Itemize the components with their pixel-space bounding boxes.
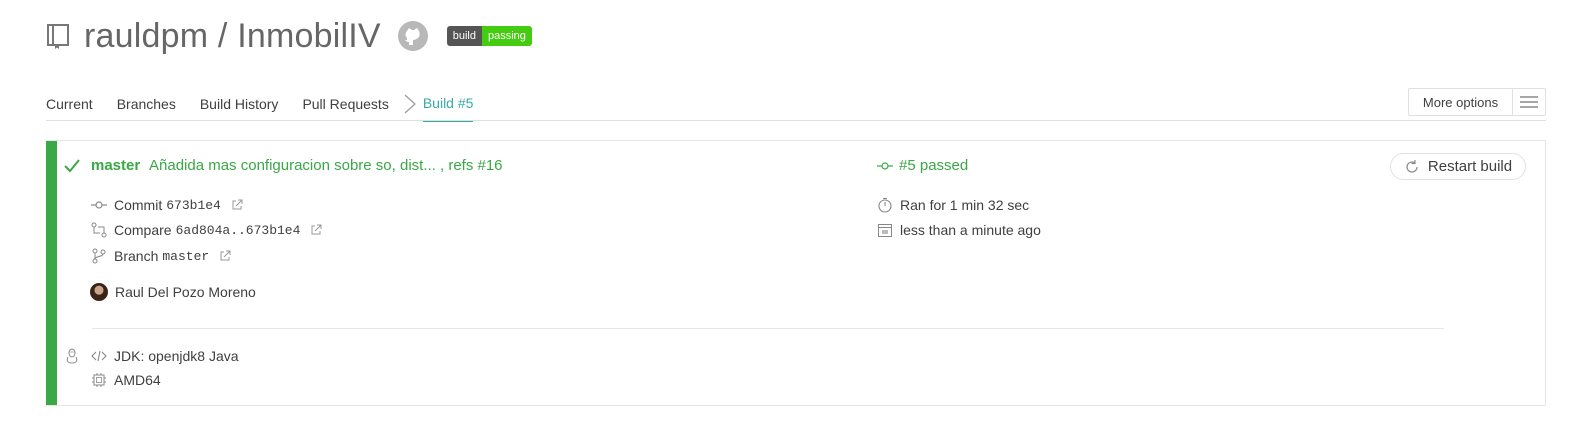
branch-value-link[interactable]: master bbox=[162, 249, 209, 264]
external-link-icon[interactable] bbox=[231, 199, 243, 211]
calendar-icon bbox=[878, 224, 892, 237]
hamburger-icon bbox=[1513, 89, 1545, 115]
commit-row: Commit 673b1e4 bbox=[91, 195, 243, 215]
more-options-label: More options bbox=[1409, 89, 1513, 115]
repo-tabs: Current Branches Build History Pull Requ… bbox=[46, 86, 474, 122]
author-name: Raul Del Pozo Moreno bbox=[115, 284, 256, 300]
duration-text: Ran for 1 min 32 sec bbox=[900, 197, 1030, 213]
code-icon bbox=[91, 350, 107, 362]
build-status-badge[interactable]: build passing bbox=[446, 26, 532, 46]
jdk-text: JDK: openjdk8 Java bbox=[114, 348, 239, 364]
repo-separator: / bbox=[208, 17, 238, 55]
commit-icon bbox=[91, 201, 107, 209]
arch-row: AMD64 bbox=[91, 370, 161, 390]
finished-row: less than a minute ago bbox=[877, 220, 1041, 240]
card-divider bbox=[92, 328, 1444, 329]
finished-text: less than a minute ago bbox=[900, 222, 1041, 238]
compare-row: Compare 6ad804a..673b1e4 bbox=[91, 220, 322, 240]
build-branch-name[interactable]: master bbox=[91, 157, 140, 174]
build-status-text: #5 passed bbox=[899, 157, 969, 174]
compare-icon bbox=[91, 222, 107, 238]
build-number-status[interactable]: #5 passed bbox=[877, 157, 968, 174]
jdk-row: JDK: openjdk8 Java bbox=[91, 346, 239, 366]
restart-icon bbox=[1406, 159, 1418, 173]
external-link-icon[interactable] bbox=[310, 224, 322, 236]
avatar bbox=[90, 283, 108, 301]
tab-build-history[interactable]: Build History bbox=[200, 86, 279, 122]
linux-icon bbox=[66, 348, 78, 364]
tabs-divider bbox=[46, 120, 1546, 121]
timer-icon bbox=[878, 197, 892, 213]
repo-header: rauldpm / InmobilIV build passing bbox=[46, 12, 532, 60]
restart-build-button[interactable]: Restart build bbox=[1390, 153, 1526, 180]
check-icon bbox=[64, 159, 80, 173]
branch-row: Branch master bbox=[91, 246, 231, 266]
commit-icon bbox=[877, 161, 893, 170]
arch-text: AMD64 bbox=[114, 372, 161, 388]
commit-label: Commit bbox=[114, 197, 163, 213]
repo-owner[interactable]: rauldpm bbox=[84, 17, 208, 55]
external-link-icon[interactable] bbox=[219, 250, 231, 262]
build-commit-message[interactable]: Añadida mas configuracion sobre so, dist… bbox=[149, 157, 503, 174]
branch-label: Branch bbox=[114, 248, 159, 264]
compare-range-link[interactable]: 6ad804a..673b1e4 bbox=[176, 223, 301, 238]
badge-label: build bbox=[446, 26, 482, 46]
commit-sha-link[interactable]: 673b1e4 bbox=[166, 198, 221, 213]
chevron-right-icon bbox=[404, 94, 416, 114]
badge-status: passing bbox=[481, 26, 532, 46]
duration-row: Ran for 1 min 32 sec bbox=[877, 195, 1029, 215]
repo-icon bbox=[47, 24, 69, 49]
tab-pull-requests[interactable]: Pull Requests bbox=[302, 86, 388, 122]
author-row: Raul Del Pozo Moreno bbox=[90, 282, 256, 302]
repo-name[interactable]: InmobilIV bbox=[237, 17, 381, 55]
restart-build-label: Restart build bbox=[1427, 158, 1513, 175]
branch-icon bbox=[92, 248, 106, 264]
cpu-icon bbox=[92, 373, 106, 387]
compare-label: Compare bbox=[114, 222, 172, 238]
tab-current[interactable]: Current bbox=[46, 86, 93, 122]
build-card bbox=[46, 140, 1546, 406]
more-options-button[interactable]: More options bbox=[1408, 88, 1546, 116]
tab-branches[interactable]: Branches bbox=[117, 86, 176, 122]
github-icon[interactable] bbox=[397, 20, 429, 52]
passed-status-bar bbox=[46, 141, 57, 405]
tab-build-5[interactable]: Build #5 bbox=[422, 86, 474, 122]
repo-title[interactable]: rauldpm / InmobilIV bbox=[84, 19, 381, 53]
